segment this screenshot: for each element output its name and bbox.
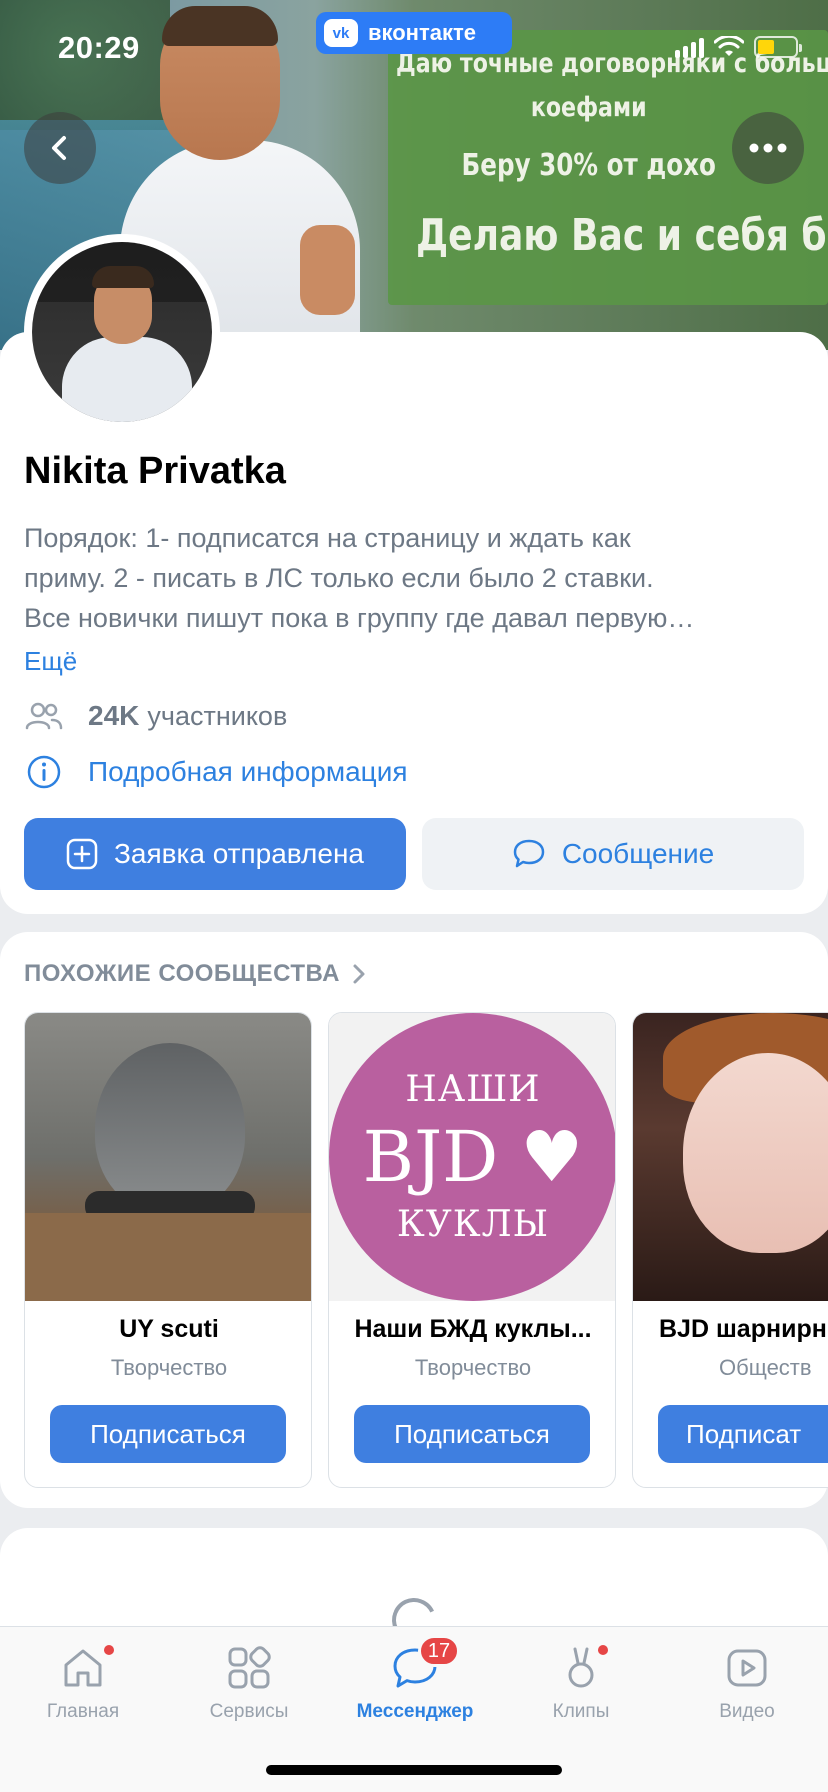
status-time: 20:29 (58, 30, 140, 65)
similar-communities-title: ПОХОЖИЕ СООБЩЕСТВА (24, 960, 341, 987)
battery-icon (754, 36, 802, 58)
unread-badge: 17 (418, 1635, 460, 1667)
similar-community-name: Наши БЖД куклы... (354, 1315, 592, 1343)
similar-communities-card: ПОХОЖИЕ СООБЩЕСТВА UY scuti Творчество П… (0, 932, 828, 1508)
chevron-left-icon (52, 136, 66, 160)
subscribe-button[interactable]: Подписаться (354, 1405, 590, 1463)
clips-icon (556, 1643, 608, 1693)
image-text: BJD ♥ (362, 1116, 584, 1198)
show-more-link[interactable]: Ещё (24, 646, 77, 677)
community-page: Даю точные договорняки с больш коефами Б… (0, 0, 828, 1792)
home-indicator[interactable] (266, 1765, 562, 1775)
tab-label: Мессенджер (356, 1701, 474, 1722)
description-line: приму. 2 - писать в ЛС только если было … (24, 563, 654, 593)
community-name: Nikita Privatka (24, 450, 286, 492)
similar-community-card[interactable]: BJD шарнирн Обществ Подписат (632, 1012, 828, 1488)
vk-logo-icon: vk (324, 19, 358, 47)
users-icon (24, 696, 64, 736)
promo-line-2: коефами (530, 92, 647, 123)
message-button[interactable]: Сообщение (422, 818, 804, 890)
image-text: КУКЛЫ (396, 1204, 550, 1245)
community-description[interactable]: Порядок: 1- подписатся на страницу и жда… (24, 518, 804, 638)
community-image (633, 1013, 828, 1301)
similar-community-category: Творчество (414, 1355, 532, 1380)
members-label: участников (147, 700, 288, 731)
app-pill[interactable]: vk вконтакте (316, 12, 512, 54)
cellular-signal-icon (675, 36, 704, 58)
description-line: Все новички пишут пока в группу где дава… (24, 603, 695, 633)
subscribe-button[interactable]: Подписат (658, 1405, 828, 1463)
similar-community-category: Творчество (110, 1355, 228, 1380)
tab-label: Видео (719, 1701, 775, 1722)
request-sent-label: Заявка отправлена (113, 838, 364, 869)
info-icon (24, 752, 64, 792)
tab-video[interactable]: Видео (664, 1627, 828, 1727)
promo-line-3: Беру 30% от дохо (461, 148, 716, 183)
wifi-icon (714, 36, 744, 56)
services-icon (224, 1643, 274, 1693)
chat-icon: 17 (390, 1635, 460, 1693)
similar-communities-list[interactable]: UY scuti Творчество Подписаться НАШИ BJD… (24, 1012, 828, 1488)
image-text: НАШИ (405, 1069, 541, 1110)
details-label: Подробная информация (88, 756, 408, 787)
similar-community-category: Обществ (719, 1355, 812, 1380)
members-count: 24K (88, 700, 140, 731)
similar-community-name: BJD шарнирн (659, 1315, 827, 1343)
community-avatar[interactable] (24, 234, 220, 430)
tab-messenger[interactable]: 17 Мессенджер (332, 1627, 498, 1727)
chevron-right-icon (353, 964, 365, 984)
more-dots-icon (749, 143, 787, 153)
tab-services[interactable]: Сервисы (166, 1627, 332, 1727)
members-row[interactable]: 24K участников (24, 696, 287, 736)
tab-label: Главная (46, 1701, 120, 1722)
tab-label: Клипы (552, 1701, 610, 1722)
tab-home[interactable]: Главная (0, 1627, 166, 1727)
tab-clips[interactable]: Клипы (498, 1627, 664, 1727)
similar-community-name: UY scuti (119, 1315, 219, 1343)
status-icons (675, 36, 802, 58)
more-options-button[interactable] (732, 112, 804, 184)
tab-label: Сервисы (209, 1701, 289, 1722)
promo-line-4: Делаю Вас и себя бога (416, 210, 828, 261)
community-image (25, 1013, 311, 1301)
similar-communities-header[interactable]: ПОХОЖИЕ СООБЩЕСТВА (24, 960, 366, 988)
back-button[interactable] (24, 112, 96, 184)
similar-community-card[interactable]: UY scuti Творчество Подписаться (24, 1012, 312, 1488)
details-row[interactable]: Подробная информация (24, 752, 408, 792)
message-bubble-icon (513, 839, 545, 868)
video-icon (722, 1643, 772, 1693)
home-icon (58, 1643, 114, 1693)
description-line: Порядок: 1- подписатся на страницу и жда… (24, 523, 631, 553)
request-sent-button[interactable]: Заявка отправлена (24, 818, 406, 890)
subscribe-button[interactable]: Подписаться (50, 1405, 286, 1463)
community-image: НАШИ BJD ♥ КУКЛЫ (329, 1013, 615, 1301)
add-square-icon (66, 838, 98, 870)
app-pill-label: вконтакте (368, 20, 477, 45)
message-label: Сообщение (561, 838, 715, 869)
similar-community-card[interactable]: НАШИ BJD ♥ КУКЛЫ Наши БЖД куклы... Творч… (328, 1012, 616, 1488)
